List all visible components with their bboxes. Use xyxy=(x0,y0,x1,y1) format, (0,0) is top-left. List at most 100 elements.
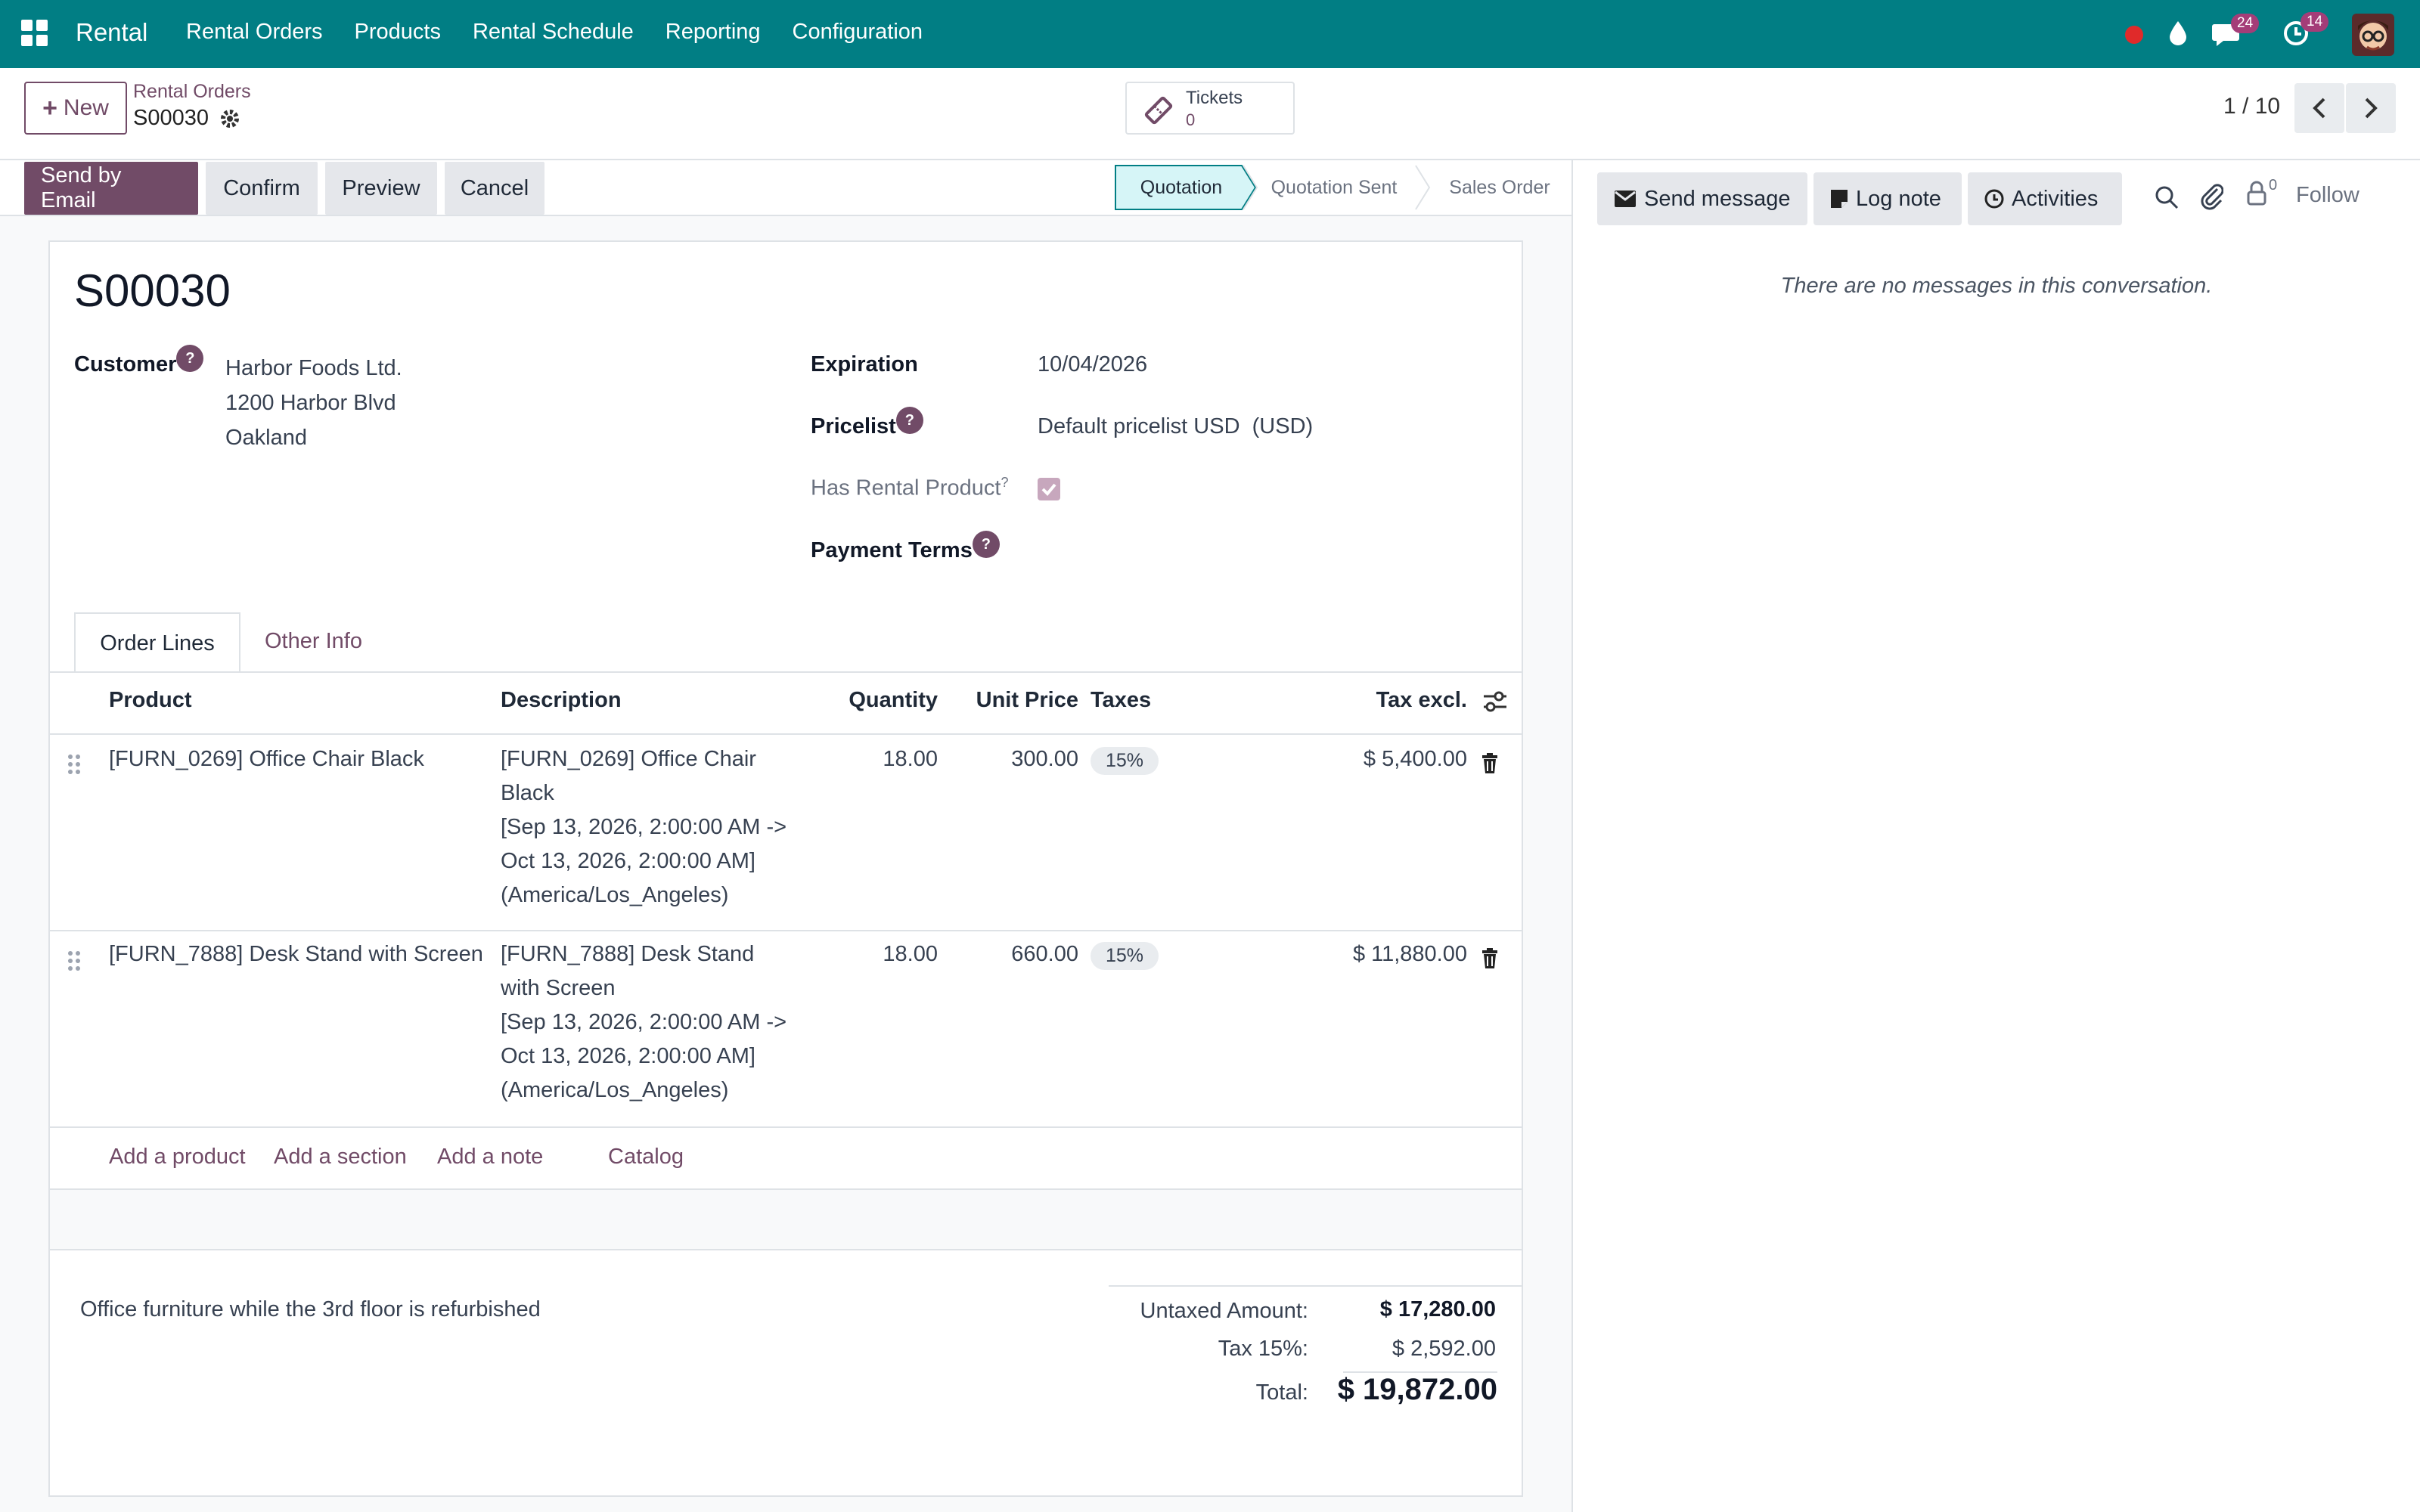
help-tooltip-icon[interactable]: ? xyxy=(1001,475,1008,490)
totals-divider xyxy=(1109,1285,1523,1287)
description-line: (America/Los_Angeles) xyxy=(501,1078,729,1102)
pricelist-value[interactable]: Default pricelist USD (USD) xyxy=(1038,414,1313,439)
col-unit-price[interactable]: Unit Price xyxy=(960,688,1078,713)
activities-count-badge: 14 xyxy=(2301,12,2329,32)
trash-icon[interactable] xyxy=(1481,948,1499,969)
tax-tag: 15% xyxy=(1091,942,1159,970)
has-rental-checkbox xyxy=(1038,478,1060,500)
messages-icon[interactable]: 24 xyxy=(2211,14,2260,48)
send-message-button[interactable]: Send message xyxy=(1597,172,1807,225)
add-note-link[interactable]: Add a note xyxy=(437,1145,543,1170)
status-bar: Quotation Quotation Sent Sales Order xyxy=(1115,165,1571,210)
payment-terms-label: Payment Terms? xyxy=(811,531,1000,565)
top-navbar: Rental Rental Orders Products Rental Sch… xyxy=(0,0,2420,68)
menu-rental-schedule[interactable]: Rental Schedule xyxy=(473,20,634,45)
drag-handle-icon[interactable] xyxy=(67,753,82,776)
note-icon xyxy=(1831,190,1848,208)
lock-icon xyxy=(2247,181,2266,206)
record-title: S00030 xyxy=(74,265,231,316)
user-avatar[interactable] xyxy=(2352,14,2394,56)
cancel-button[interactable]: Cancel xyxy=(445,162,544,215)
tab-other-info[interactable]: Other Info xyxy=(265,629,362,654)
activities-label: Activities xyxy=(2012,186,2099,211)
col-description[interactable]: Description xyxy=(501,688,622,713)
tickets-count: 0 xyxy=(1186,110,1196,129)
breadcrumb-parent[interactable]: Rental Orders xyxy=(133,81,251,103)
has-rental-label: Has Rental Product? xyxy=(811,475,1008,501)
table-footer xyxy=(50,1190,1522,1249)
follow-button[interactable]: Follow xyxy=(2296,183,2360,208)
apps-menu-icon[interactable] xyxy=(21,20,48,47)
water-drop-icon[interactable] xyxy=(2167,20,2189,47)
preview-button[interactable]: Preview xyxy=(325,162,437,215)
drag-handle-icon[interactable] xyxy=(67,950,82,972)
col-tax-excl[interactable]: Tax excl. xyxy=(1316,688,1467,713)
stage-quotation[interactable]: Quotation xyxy=(1115,165,1248,210)
activities-button[interactable]: Activities xyxy=(1968,172,2122,225)
expiration-value[interactable]: 10/04/2026 xyxy=(1038,352,1147,377)
has-rental-label-text: Has Rental Product xyxy=(811,476,1001,500)
followers-button[interactable]: 0 xyxy=(2246,177,2278,210)
confirm-button[interactable]: Confirm xyxy=(206,162,318,215)
new-button[interactable]: + New xyxy=(24,82,127,135)
customer-label: Customer? xyxy=(74,345,204,380)
envelope-icon xyxy=(1615,191,1636,207)
help-tooltip-icon[interactable]: ? xyxy=(972,531,1000,558)
row-quantity: 18.00 xyxy=(883,942,938,966)
search-icon[interactable] xyxy=(2154,184,2180,210)
help-tooltip-icon[interactable]: ? xyxy=(895,407,923,434)
optional-columns-icon[interactable] xyxy=(1482,689,1508,714)
tab-order-lines[interactable]: Order Lines xyxy=(74,612,240,673)
menu-reporting[interactable]: Reporting xyxy=(666,20,761,45)
app-brand[interactable]: Rental xyxy=(76,18,147,47)
main-menu: Rental Orders Products Rental Schedule R… xyxy=(186,20,923,45)
activities-icon[interactable]: 14 xyxy=(2282,12,2329,50)
col-product[interactable]: Product xyxy=(109,688,192,713)
catalog-link[interactable]: Catalog xyxy=(608,1145,684,1170)
pager-value[interactable]: 1 / 10 xyxy=(2223,94,2280,119)
description-line: [Sep 13, 2026, 2:00:00 AM -> xyxy=(501,1010,787,1034)
description-line: [FURN_0269] Office Chair xyxy=(501,747,756,771)
send-message-label: Send message xyxy=(1644,186,1791,211)
menu-configuration[interactable]: Configuration xyxy=(793,20,923,45)
pricelist-label: Pricelist? xyxy=(811,407,923,442)
tickets-smart-button[interactable]: Tickets 0 xyxy=(1125,82,1295,135)
total-value: $ 19,872.00 xyxy=(1337,1373,1497,1406)
terms-note[interactable]: Office furniture while the 3rd floor is … xyxy=(80,1297,541,1322)
breadcrumb-current: S00030 xyxy=(133,106,240,131)
help-tooltip-icon[interactable]: ? xyxy=(176,345,204,372)
customer-street: 1200 Harbor Blvd xyxy=(225,391,396,415)
col-quantity[interactable]: Quantity xyxy=(832,688,938,713)
gear-icon[interactable] xyxy=(219,108,240,129)
tax-label: Tax 15%: xyxy=(1218,1337,1308,1361)
pager-next-button[interactable] xyxy=(2346,83,2396,133)
chatter-separator xyxy=(1571,160,1573,1512)
col-taxes[interactable]: Taxes xyxy=(1091,688,1151,713)
log-note-button[interactable]: Log note xyxy=(1813,172,1962,225)
row-quantity: 18.00 xyxy=(883,747,938,771)
description-line: Oct 13, 2026, 2:00:00 AM] xyxy=(501,1044,755,1068)
new-button-label: New xyxy=(63,95,109,120)
send-by-email-button[interactable]: Send by Email xyxy=(24,162,198,215)
description-line: Black xyxy=(501,781,554,805)
record-dot-icon[interactable] xyxy=(2124,24,2145,45)
stage-quotation-sent[interactable]: Quotation Sent xyxy=(1258,165,1410,210)
messages-count-badge: 24 xyxy=(2231,14,2260,33)
table-row[interactable]: [FURN_0269] Office Chair Black [FURN_026… xyxy=(48,735,1523,930)
menu-rental-orders[interactable]: Rental Orders xyxy=(186,20,323,45)
table-row[interactable]: [FURN_7888] Desk Stand with Screen [FURN… xyxy=(48,931,1523,1126)
total-label: Total: xyxy=(1255,1380,1308,1405)
menu-products[interactable]: Products xyxy=(355,20,441,45)
log-note-label: Log note xyxy=(1856,186,1941,211)
followers-count: 0 xyxy=(2269,177,2278,194)
customer-address[interactable]: Harbor Foods Ltd. 1200 Harbor Blvd Oakla… xyxy=(225,351,402,455)
add-section-link[interactable]: Add a section xyxy=(274,1145,407,1170)
divider xyxy=(0,159,2420,160)
pager-previous-button[interactable] xyxy=(2294,83,2344,133)
trash-icon[interactable] xyxy=(1481,753,1499,774)
record-name: S00030 xyxy=(133,106,209,130)
paperclip-icon[interactable] xyxy=(2201,183,2223,210)
stage-sales-order[interactable]: Sales Order xyxy=(1432,165,1567,210)
customer-label-text: Customer xyxy=(74,352,177,376)
add-product-link[interactable]: Add a product xyxy=(109,1145,246,1170)
